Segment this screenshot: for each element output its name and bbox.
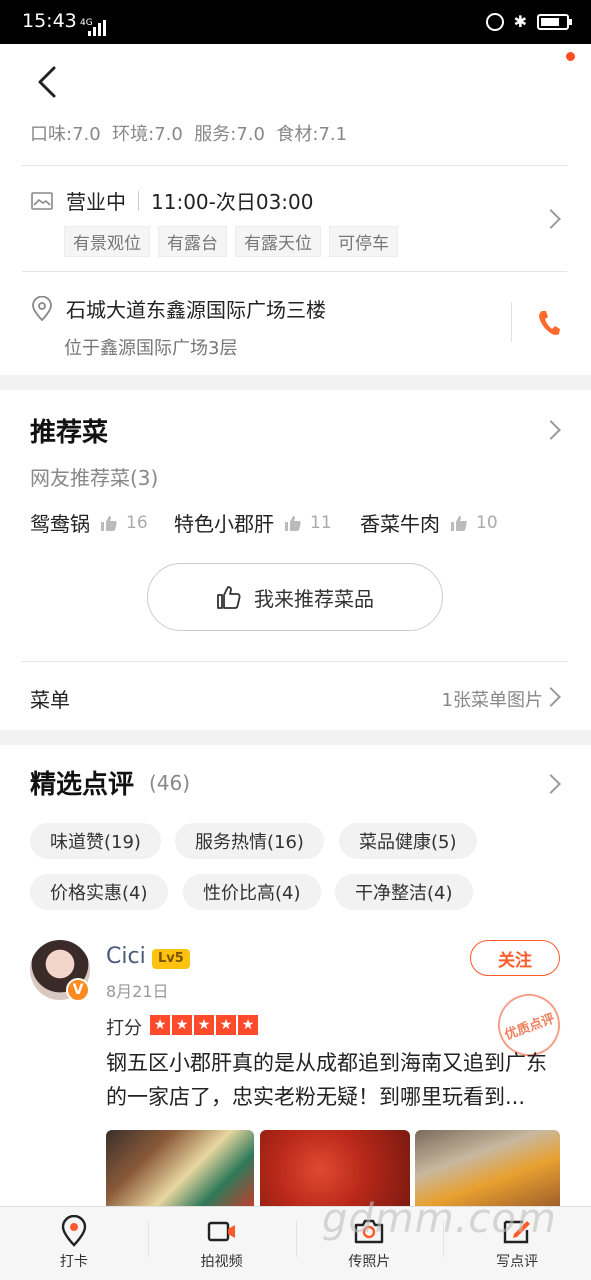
follow-button[interactable]: 关注: [470, 940, 560, 976]
watermark: gdmm.com: [322, 1196, 557, 1242]
divider: [22, 165, 567, 166]
bluetooth-icon: ✱: [513, 12, 527, 31]
review-tag[interactable]: 价格实惠(4): [30, 874, 168, 910]
menu-label[interactable]: 菜单: [30, 684, 70, 713]
star-icon: ★: [172, 1015, 192, 1035]
dish-item[interactable]: 特色小郡肝 11: [174, 508, 332, 537]
rating-scores: 口味:7.0 环境:7.0 服务:7.0 食材:7.1: [30, 124, 348, 145]
dish-likes: 16: [126, 512, 148, 533]
status-bar: 15:43 4G ✱: [0, 0, 591, 44]
menu-info[interactable]: 1张菜单图片: [442, 686, 543, 712]
open-status: 营业中: [66, 190, 126, 214]
facility-tag: 有景观位: [64, 226, 150, 257]
verified-badge: V: [66, 978, 90, 1002]
dish-likes: 10: [476, 512, 498, 533]
dish-name: 特色小郡肝: [174, 512, 274, 536]
level-badge: Lv5: [152, 949, 190, 969]
review-tag[interactable]: 服务热情(16): [175, 823, 324, 859]
separator: [138, 190, 139, 211]
reviews-title: 精选点评: [30, 770, 135, 800]
star-icon: ★: [150, 1015, 170, 1035]
divider: [22, 661, 567, 662]
review-tag[interactable]: 味道赞(19): [30, 823, 161, 859]
tab-label: 写点评: [496, 1254, 539, 1270]
dish-name: 鸳鸯锅: [30, 512, 90, 536]
facility-tag: 有露天位: [235, 226, 321, 257]
phone-icon[interactable]: [536, 308, 562, 338]
thumbs-up-icon: [217, 586, 241, 609]
lock-icon: [485, 12, 504, 31]
review-photo[interactable]: [106, 1130, 254, 1210]
store-icon: [31, 191, 53, 210]
dish-item[interactable]: 鸳鸯锅 16: [30, 508, 148, 537]
video-icon: [207, 1221, 235, 1242]
tab-checkin[interactable]: 打卡: [0, 1207, 148, 1280]
tab-label: 传照片: [348, 1254, 391, 1270]
pin-icon: [61, 1215, 87, 1247]
facility-tag: 可停车: [329, 226, 398, 257]
star-icon: ★: [238, 1015, 258, 1035]
signal-icon: [88, 20, 106, 36]
reviews-count: (46): [149, 771, 191, 795]
address-sub: 位于鑫源国际广场3层: [64, 338, 238, 359]
star-icon: ★: [216, 1015, 236, 1035]
tab-label: 打卡: [59, 1254, 88, 1270]
recommended-title: 推荐菜: [30, 418, 109, 448]
review-date: 8月21日: [106, 982, 169, 1001]
recommend-dish-label: 我来推荐菜品: [254, 586, 374, 611]
tab-video[interactable]: 拍视频: [147, 1207, 296, 1280]
thumbs-up-icon: [101, 515, 117, 531]
business-hours-row[interactable]: 营业中 11:00-次日03:00: [30, 186, 314, 215]
rating-label: 打分: [106, 1018, 142, 1039]
review-tag[interactable]: 性价比高(4): [183, 874, 321, 910]
top-bar: [0, 44, 591, 120]
location-pin-icon: [32, 295, 52, 321]
address-main: 石城大道东鑫源国际广场三楼: [66, 298, 326, 322]
star-icon: ★: [194, 1015, 214, 1035]
facility-tag: 有露台: [158, 226, 227, 257]
open-hours: 11:00-次日03:00: [151, 190, 314, 214]
battery-icon: [537, 13, 572, 30]
star-rating: ★ ★ ★ ★ ★: [150, 1015, 258, 1035]
address-row[interactable]: 石城大道东鑫源国际广场三楼: [30, 294, 326, 323]
tab-label: 拍视频: [200, 1254, 243, 1270]
status-time: 15:43: [22, 10, 77, 32]
dish-name: 香菜牛肉: [360, 512, 440, 536]
back-icon[interactable]: [30, 64, 66, 100]
dish-item[interactable]: 香菜牛肉 10: [360, 508, 498, 537]
notification-dot: [566, 52, 575, 61]
recommended-subtitle: 网友推荐菜(3): [30, 466, 159, 490]
thumbs-up-icon: [451, 515, 467, 531]
review-username[interactable]: Cici: [106, 944, 146, 969]
recommend-dish-button[interactable]: 我来推荐菜品: [147, 563, 443, 631]
review-text[interactable]: 钢五区小郡肝真的是从成都追到海南又追到广东的一家店了，忠实老粉无疑！到哪里玩看到…: [106, 1046, 566, 1114]
facility-tags: 有景观位 有露台 有露天位 可停车: [64, 226, 398, 257]
thumbs-up-icon: [285, 515, 301, 531]
separator: [511, 302, 512, 342]
review-tag[interactable]: 干净整洁(4): [335, 874, 473, 910]
review-tag[interactable]: 菜品健康(5): [339, 823, 477, 859]
dish-likes: 11: [310, 512, 332, 533]
divider: [22, 271, 567, 272]
